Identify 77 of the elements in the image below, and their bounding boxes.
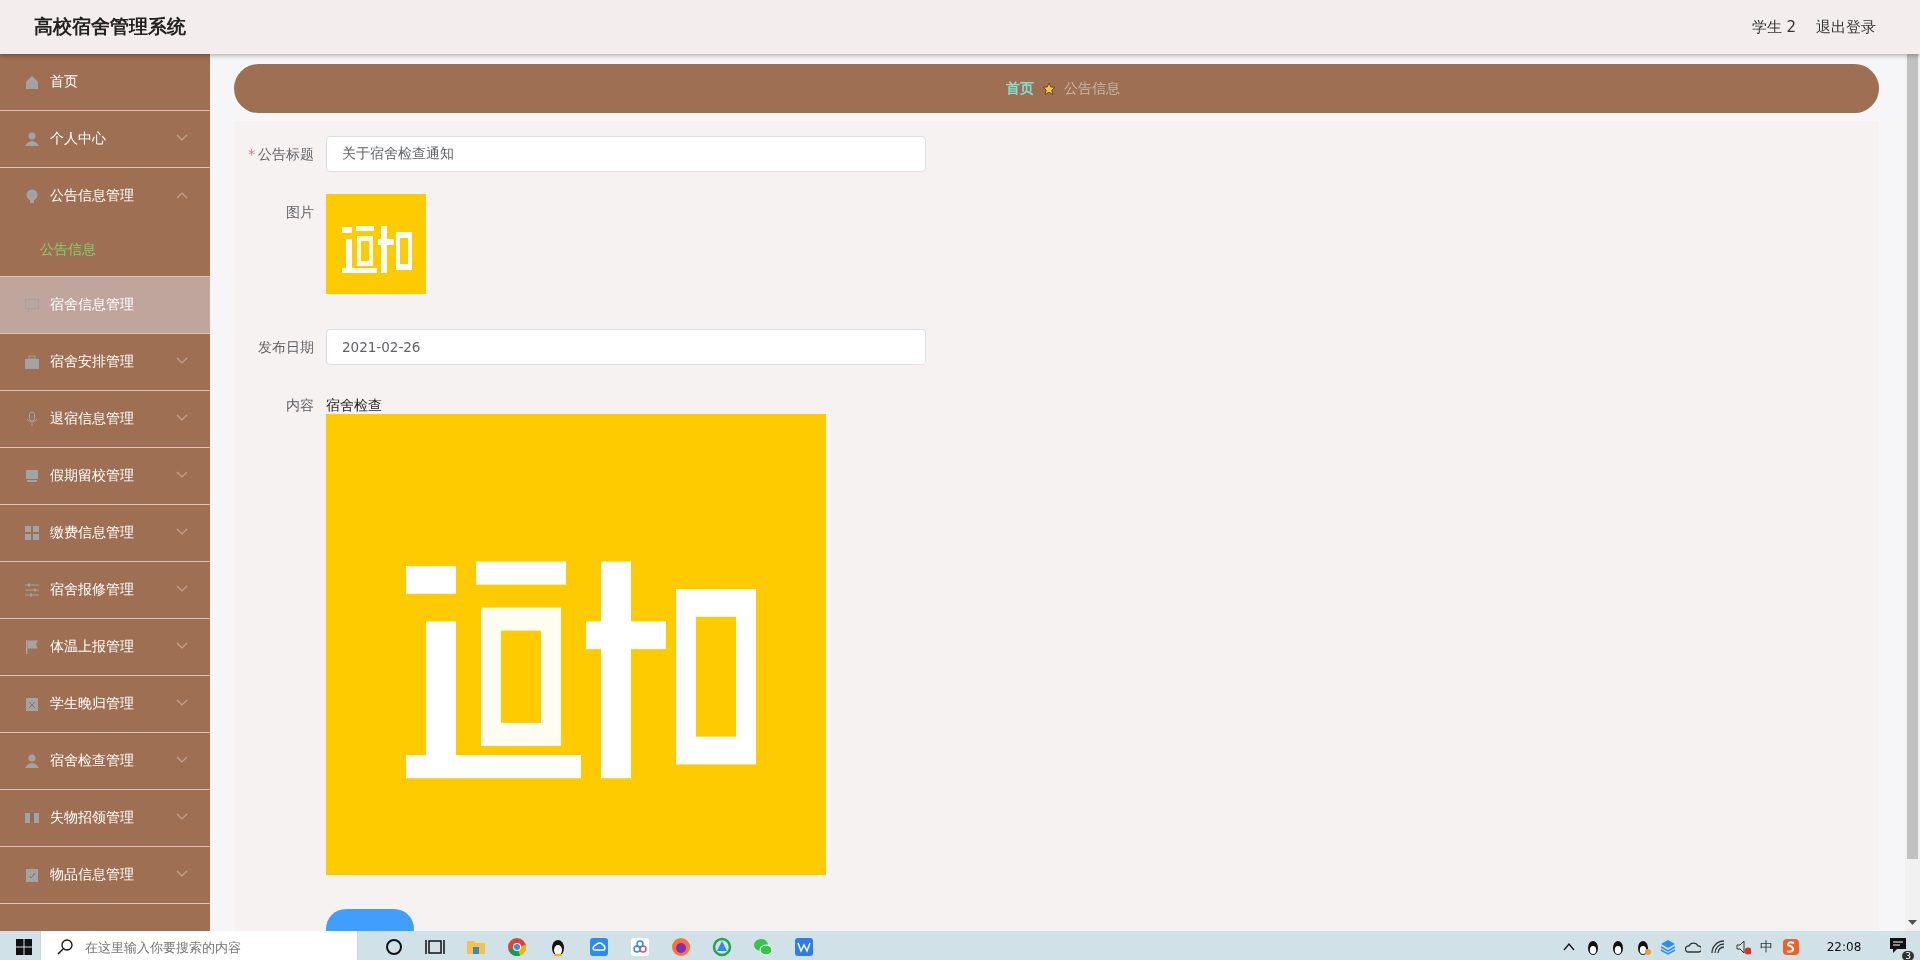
menu-icon bbox=[24, 525, 40, 541]
sidebar-item[interactable]: 失物招领管理 bbox=[0, 790, 210, 847]
sidebar-item[interactable]: 宿舍信息管理 bbox=[0, 277, 210, 334]
penguin-icon[interactable] bbox=[1610, 939, 1626, 955]
menu-icon bbox=[24, 411, 40, 427]
chevron-up-icon bbox=[176, 191, 188, 199]
sidebar-item[interactable]: 物品信息管理 bbox=[0, 847, 210, 904]
breadcrumb-link[interactable]: 首页 bbox=[1005, 79, 1034, 98]
scrollbar[interactable] bbox=[1905, 54, 1920, 931]
sidebar-item[interactable]: 首页 bbox=[0, 54, 210, 111]
menu-icon bbox=[24, 468, 40, 484]
penguin-icon[interactable] bbox=[1635, 939, 1651, 955]
input-method-indicator[interactable]: 中 bbox=[1760, 938, 1773, 956]
chevron-down-icon bbox=[176, 699, 188, 707]
search-icon bbox=[57, 939, 73, 955]
menu-icon bbox=[24, 74, 40, 90]
text-field[interactable]: 关于宿舍检查通知 bbox=[326, 136, 926, 172]
field-label: 发布日期 bbox=[257, 338, 315, 357]
penguin-icon[interactable] bbox=[1585, 939, 1601, 955]
text-field[interactable]: 2021-02-26 bbox=[326, 329, 926, 365]
notification-badge: 3 bbox=[1902, 951, 1914, 960]
windows-icon[interactable] bbox=[16, 939, 32, 955]
document-icon[interactable] bbox=[794, 937, 814, 957]
sidebar-item[interactable]: 宿舍安排管理 bbox=[0, 334, 210, 391]
arrow-down-icon bbox=[1908, 920, 1917, 925]
browser-icon[interactable] bbox=[712, 937, 732, 957]
taskbar-search-box[interactable]: 在这里输入你要搜索的内容 bbox=[40, 931, 358, 960]
menu-icon bbox=[24, 867, 40, 883]
chevron-down-icon bbox=[176, 471, 188, 479]
menu-icon bbox=[24, 582, 40, 598]
logout-link[interactable]: 退出登录 bbox=[1816, 17, 1876, 37]
field-label: 内容 bbox=[285, 396, 315, 415]
menu-icon bbox=[24, 131, 40, 147]
menu-icon bbox=[24, 188, 40, 204]
menu-icon bbox=[24, 354, 40, 370]
field-label: * 公告标题 bbox=[247, 145, 315, 164]
firefox-icon[interactable] bbox=[671, 937, 691, 957]
content-text: 宿舍检查 bbox=[326, 396, 383, 415]
menu-icon bbox=[24, 810, 40, 826]
sidebar-item[interactable]: 个人中心 bbox=[0, 111, 210, 168]
menu-icon bbox=[24, 753, 40, 769]
chevron-down-icon bbox=[176, 813, 188, 821]
task-view-icon[interactable] bbox=[425, 937, 445, 957]
menu-icon bbox=[24, 297, 40, 313]
chevron-down-icon bbox=[176, 134, 188, 142]
rings-icon[interactable] bbox=[630, 937, 650, 957]
wifi-icon[interactable] bbox=[1710, 939, 1726, 955]
sidebar-item[interactable]: 宿舍报修管理 bbox=[0, 562, 210, 619]
chevron-down-icon bbox=[176, 870, 188, 878]
cube-icon[interactable] bbox=[1660, 939, 1676, 955]
sidebar-item[interactable]: 退宿信息管理 bbox=[0, 391, 210, 448]
star-icon bbox=[1041, 81, 1056, 96]
chevron-down-icon bbox=[176, 642, 188, 650]
menu-icon bbox=[24, 639, 40, 655]
user-name: 学生 2 bbox=[1751, 17, 1796, 37]
cortana-icon[interactable] bbox=[384, 937, 404, 957]
notification-icon[interactable] bbox=[1888, 935, 1908, 955]
submenu-item[interactable]: 公告信息 bbox=[40, 241, 96, 259]
taskbar-search-field[interactable]: 在这里输入你要搜索的内容 bbox=[83, 938, 357, 956]
sidebar-item[interactable]: 缴费信息管理 bbox=[0, 505, 210, 562]
volume-muted-icon[interactable] bbox=[1735, 939, 1751, 955]
field-label: 图片 bbox=[285, 203, 315, 222]
menu-icon bbox=[24, 696, 40, 712]
sidebar-item[interactable]: 学生晚归管理 bbox=[0, 676, 210, 733]
chevron-down-icon bbox=[176, 528, 188, 536]
chevron-down-icon bbox=[176, 414, 188, 422]
chevron-down-icon bbox=[176, 585, 188, 593]
chevron-down-icon bbox=[176, 357, 188, 365]
sidebar-item[interactable]: 宿舍检查管理 bbox=[0, 733, 210, 790]
sidebar-item[interactable]: 公告信息管理 bbox=[0, 168, 210, 224]
app-title: 高校宿舍管理系统 bbox=[34, 14, 187, 39]
sidebar-item[interactable]: 假期留校管理 bbox=[0, 448, 210, 505]
sidebar-item[interactable]: 体温上报管理 bbox=[0, 619, 210, 676]
chrome-icon[interactable] bbox=[507, 937, 527, 957]
chevron-down-icon bbox=[176, 756, 188, 764]
clock-time[interactable]: 22:08 bbox=[1809, 940, 1879, 954]
sogou-icon[interactable] bbox=[1782, 938, 1800, 956]
